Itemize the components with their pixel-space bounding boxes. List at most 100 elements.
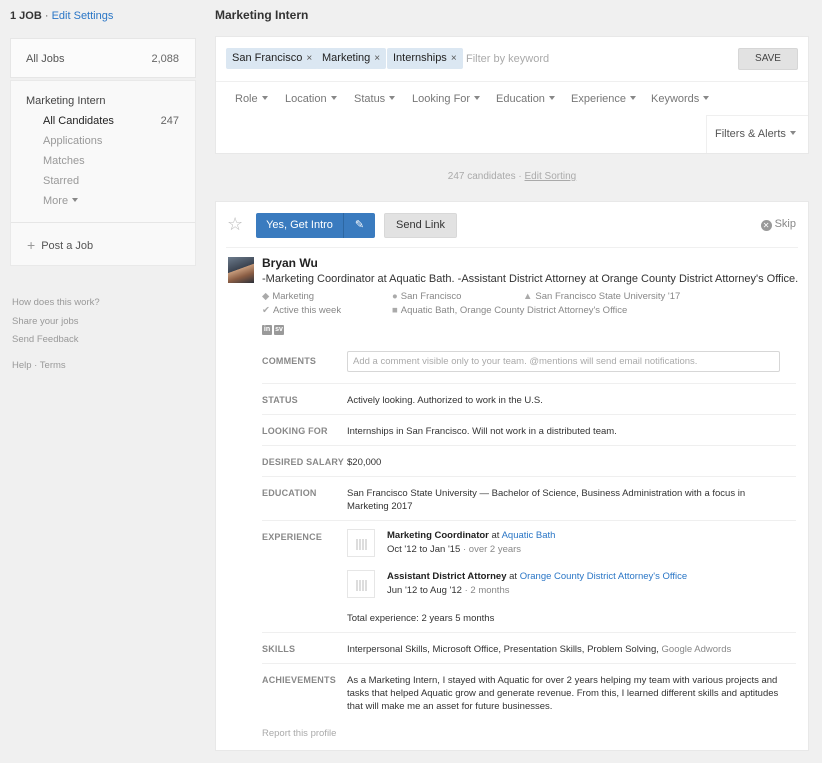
building-icon bbox=[356, 539, 367, 550]
dates-text: Jun '12 to Aug '12 bbox=[387, 585, 462, 596]
how-it-works-link[interactable]: How does this work? bbox=[12, 297, 100, 308]
chevron-down-icon bbox=[261, 96, 268, 100]
education-dropdown[interactable]: Education bbox=[496, 93, 555, 105]
save-button[interactable]: SAVE bbox=[738, 48, 798, 70]
companies-text: Aquatic Bath, Orange County District Att… bbox=[400, 305, 628, 316]
job-title[interactable]: Marketing Intern bbox=[26, 95, 105, 107]
company-logo bbox=[347, 570, 375, 598]
briefcase-icon: ■ bbox=[392, 305, 398, 316]
duration-text: · 2 months bbox=[464, 585, 510, 596]
filter-chip-location[interactable]: San Francisco × bbox=[226, 48, 319, 69]
looking-for-value: Internships in San Francisco. Will not w… bbox=[347, 426, 617, 437]
filters-alerts-label: Filters & Alerts bbox=[715, 128, 786, 140]
comments-label: COMMENTS bbox=[262, 356, 317, 366]
at-text: at bbox=[491, 530, 500, 541]
comment-input[interactable] bbox=[347, 351, 780, 372]
building-icon bbox=[356, 580, 367, 591]
skill-item: Microsoft Office, bbox=[432, 644, 501, 655]
role-text: Marketing bbox=[272, 291, 315, 302]
status-row: STATUS Actively looking. Authorized to w… bbox=[262, 383, 796, 414]
chevron-down-icon bbox=[474, 96, 481, 100]
skip-button[interactable]: ✕ Skip bbox=[760, 218, 796, 231]
achievements-value: As a Marketing Intern, I stayed with Aqu… bbox=[347, 675, 779, 712]
status-value: Actively looking. Authorized to work in … bbox=[347, 395, 543, 406]
linkedin-icon[interactable]: in bbox=[262, 325, 272, 335]
filter-chip-role[interactable]: Marketing × bbox=[316, 48, 387, 69]
job-title: Assistant District Attorney bbox=[387, 571, 507, 582]
divider bbox=[226, 247, 798, 248]
keywords-dropdown[interactable]: Keywords bbox=[651, 93, 710, 105]
report-profile-link[interactable]: Report this profile bbox=[262, 728, 336, 739]
share-jobs-link[interactable]: Share your jobs bbox=[12, 316, 79, 327]
skill-item: Presentation Skills, bbox=[503, 644, 585, 655]
close-icon[interactable]: × bbox=[306, 53, 312, 64]
status-dropdown[interactable]: Status bbox=[354, 93, 396, 105]
activity-text: Active this week bbox=[272, 305, 342, 316]
chip-label: Internships bbox=[393, 52, 447, 64]
skill-item: Problem Solving, bbox=[587, 644, 659, 655]
candidate-name[interactable]: Bryan Wu bbox=[262, 256, 318, 270]
all-jobs-label: All Jobs bbox=[26, 53, 65, 65]
graduation-cap-icon: ▲ bbox=[523, 291, 533, 302]
keyword-filter-input[interactable] bbox=[466, 48, 666, 69]
meta-companies: ■ Aquatic Bath, Orange County District At… bbox=[392, 305, 627, 316]
achievements-row: ACHIEVEMENTS As a Marketing Intern, I st… bbox=[262, 663, 796, 720]
check-icon: ✔ bbox=[262, 305, 270, 316]
sidebar-item-applications[interactable]: Applications bbox=[43, 135, 102, 147]
job-count: 1 JOB bbox=[10, 10, 42, 22]
salary-row: DESIRED SALARY $20,000 bbox=[262, 445, 796, 476]
role-label: Role bbox=[235, 93, 258, 105]
star-icon[interactable]: ☆ bbox=[227, 215, 243, 233]
salary-label: DESIRED SALARY bbox=[262, 457, 344, 467]
company-link[interactable]: Aquatic Bath bbox=[502, 530, 556, 541]
sidebar-item-all-candidates[interactable]: All Candidates bbox=[43, 115, 114, 127]
experience-dates: Oct '12 to Jan '15 · over 2 years bbox=[387, 544, 521, 555]
role-dropdown[interactable]: Role bbox=[235, 93, 268, 105]
candidate-headline: -Marketing Coordinator at Aquatic Bath. … bbox=[262, 273, 799, 285]
sidebar-item-matches[interactable]: Matches bbox=[43, 155, 85, 167]
separator: · bbox=[44, 10, 49, 22]
tag-icon: ◆ bbox=[262, 291, 270, 302]
filters-alerts-dropdown[interactable]: Filters & Alerts bbox=[706, 115, 808, 153]
edit-settings-link[interactable]: Edit Settings bbox=[52, 10, 114, 22]
experience-row: EXPERIENCE Marketing Coordinator at Aqua… bbox=[262, 520, 796, 632]
meta-role: ◆ Marketing bbox=[262, 291, 314, 302]
comments-row: COMMENTS bbox=[262, 346, 796, 383]
skills-list: Interpersonal Skills, Microsoft Office, … bbox=[347, 643, 784, 656]
total-experience: Total experience: 2 years 5 months bbox=[347, 613, 495, 624]
sidebar-item-more[interactable]: More bbox=[43, 195, 79, 207]
chevron-down-icon bbox=[389, 96, 396, 100]
chevron-down-icon bbox=[330, 96, 337, 100]
chevron-down-icon bbox=[703, 96, 710, 100]
chip-label: Marketing bbox=[322, 52, 371, 64]
help-terms-links[interactable]: Help · Terms bbox=[12, 360, 66, 371]
send-feedback-link[interactable]: Send Feedback bbox=[12, 334, 79, 345]
dates-text: Oct '12 to Jan '15 bbox=[387, 544, 461, 555]
avatar[interactable] bbox=[228, 257, 254, 283]
company-logo bbox=[347, 529, 375, 557]
job-title: Marketing Coordinator bbox=[387, 530, 489, 541]
keywords-label: Keywords bbox=[651, 93, 700, 105]
close-icon[interactable]: × bbox=[451, 53, 457, 64]
send-link-button[interactable]: Send Link bbox=[384, 213, 457, 238]
close-icon[interactable]: × bbox=[374, 53, 380, 64]
filter-panel: San Francisco× Marketing× Internships× S… bbox=[215, 36, 809, 154]
edit-sorting-link[interactable]: Edit Sorting bbox=[525, 171, 577, 182]
filter-chip-looking-for[interactable]: Internships × bbox=[387, 48, 463, 69]
experience-dates: Jun '12 to Aug '12 · 2 months bbox=[387, 585, 509, 596]
sidebar-item-starred[interactable]: Starred bbox=[43, 175, 79, 187]
location-dropdown[interactable]: Location bbox=[285, 93, 337, 105]
looking-for-dropdown[interactable]: Looking For bbox=[412, 93, 481, 105]
all-jobs-item[interactable]: All Jobs 2,088 bbox=[10, 38, 196, 78]
get-intro-button[interactable]: Yes, Get Intro ✎ bbox=[256, 213, 375, 238]
angellist-icon[interactable]: sv bbox=[274, 325, 284, 335]
experience-title: Marketing Coordinator at Aquatic Bath bbox=[387, 530, 555, 541]
skills-row: SKILLS Interpersonal Skills, Microsoft O… bbox=[262, 632, 796, 663]
experience-dropdown[interactable]: Experience bbox=[571, 93, 637, 105]
social-links: in sv bbox=[262, 322, 286, 335]
post-job-button[interactable]: + Post a Job bbox=[27, 237, 93, 253]
edit-note-icon[interactable]: ✎ bbox=[343, 213, 375, 238]
plus-icon: + bbox=[27, 237, 36, 253]
company-link[interactable]: Orange County District Attorney's Office bbox=[520, 571, 687, 582]
skill-item: Google Adwords bbox=[661, 644, 732, 655]
